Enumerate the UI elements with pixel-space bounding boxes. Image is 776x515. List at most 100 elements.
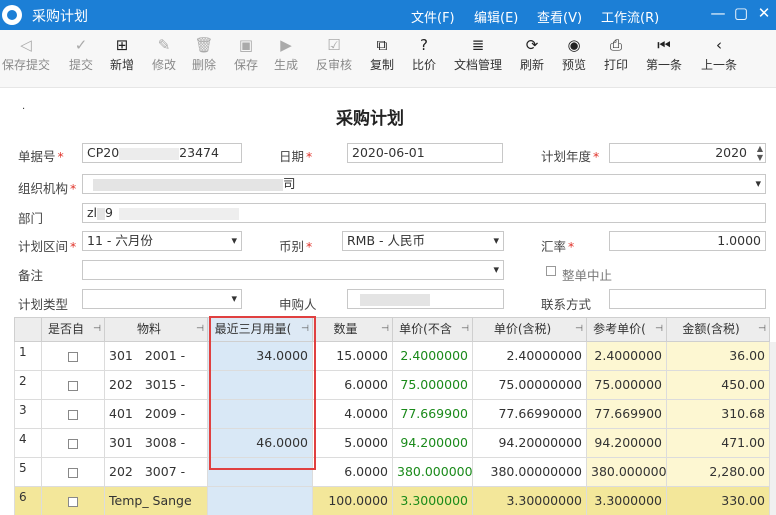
pin-icon[interactable]: ⊣: [381, 318, 389, 341]
cell-price-ex[interactable]: 3.3000000: [393, 487, 473, 515]
pin-icon[interactable]: ⊣: [655, 318, 663, 341]
plan-type-select[interactable]: [82, 289, 242, 309]
pin-icon[interactable]: ⊣: [93, 318, 101, 341]
cell-ref[interactable]: 2.4000000: [587, 342, 667, 371]
contact-field[interactable]: [609, 289, 766, 309]
toolbar-button-save[interactable]: ▣ 保存: [234, 34, 258, 73]
terminate-checkbox[interactable]: [546, 266, 556, 276]
toolbar-button-unaudit[interactable]: ☑ 反审核: [316, 34, 352, 73]
cell-amount[interactable]: 330.00: [667, 487, 770, 515]
currency-select[interactable]: RMB - 人民币: [342, 231, 504, 251]
head-qty[interactable]: 数量 ⊣: [313, 317, 393, 342]
auto-checkbox[interactable]: [68, 467, 78, 478]
cell-ref[interactable]: 75.000000: [587, 371, 667, 400]
cell-qty[interactable]: 6.0000: [313, 458, 393, 487]
pin-icon[interactable]: ⊣: [575, 318, 583, 341]
cell-qty[interactable]: 5.0000: [313, 429, 393, 458]
cell-ref[interactable]: 94.200000: [587, 429, 667, 458]
cell-amount[interactable]: 471.00: [667, 429, 770, 458]
cell-price-ex[interactable]: 75.000000: [393, 371, 473, 400]
toolbar-button-refresh[interactable]: ⟳ 刷新: [520, 34, 544, 73]
row-number[interactable]: 3: [14, 400, 42, 429]
cell-material[interactable]: 202 3007 -: [105, 458, 208, 487]
cell-qty[interactable]: 6.0000: [313, 371, 393, 400]
toolbar-button-document[interactable]: ≣ 文档管理: [454, 34, 502, 73]
year-spinner-icon[interactable]: ▲ ▼: [757, 144, 763, 162]
toolbar-button-edit[interactable]: ✎ 修改: [152, 34, 176, 73]
row-number[interactable]: 4: [14, 429, 42, 458]
cell-price-inc[interactable]: 380.00000000: [473, 458, 587, 487]
plan-year-field[interactable]: 2020 ▲ ▼: [609, 143, 766, 163]
auto-checkbox[interactable]: [68, 409, 78, 420]
cell-qty[interactable]: 100.0000: [313, 487, 393, 515]
toolbar-button-trash[interactable]: 🗑 删除: [192, 34, 216, 73]
remark-select[interactable]: [82, 260, 504, 280]
cell-price-ex[interactable]: 380.000000: [393, 458, 473, 487]
cell-material[interactable]: 202 3015 -: [105, 371, 208, 400]
cell-qty[interactable]: 15.0000: [313, 342, 393, 371]
cell-price-inc[interactable]: 75.00000000: [473, 371, 587, 400]
cell-price-ex[interactable]: 2.4000000: [393, 342, 473, 371]
toolbar-button-check-circle[interactable]: ✓ 提交: [69, 34, 93, 73]
pin-icon[interactable]: ⊣: [758, 318, 766, 341]
cell-ref[interactable]: 380.000000: [587, 458, 667, 487]
maximize-button[interactable]: ▢: [731, 4, 751, 22]
toolbar-button-send[interactable]: ◁ 保存提交: [2, 34, 50, 73]
cell-price-inc[interactable]: 2.40000000: [473, 342, 587, 371]
date-field[interactable]: 2020-06-01: [347, 143, 503, 163]
rate-field[interactable]: 1.0000: [609, 231, 766, 251]
head-ref-price[interactable]: 参考单价(⊣: [587, 317, 667, 342]
pin-icon[interactable]: ⊣: [461, 318, 469, 341]
cell-price-inc[interactable]: 94.20000000: [473, 429, 587, 458]
grid-scrollbar[interactable]: [770, 342, 776, 515]
cell-price-ex[interactable]: 94.200000: [393, 429, 473, 458]
plan-period-select[interactable]: 11 - 六月份: [82, 231, 242, 251]
cell-qty[interactable]: 4.0000: [313, 400, 393, 429]
pin-icon[interactable]: ⊣: [196, 318, 204, 341]
cell-material[interactable]: 301 2001 -: [105, 342, 208, 371]
doc-no-field[interactable]: CP20 23474: [82, 143, 242, 163]
head-price-ex[interactable]: 单价(不含 ⊣: [393, 317, 473, 342]
toolbar-button-first-record[interactable]: ⏮ 第一条: [646, 34, 682, 73]
toolbar-button-eye[interactable]: ◉ 预览: [562, 34, 586, 73]
auto-checkbox[interactable]: [68, 438, 78, 449]
cell-material[interactable]: 301 3008 -: [105, 429, 208, 458]
head-price-inc[interactable]: 单价(含税) ⊣: [473, 317, 587, 342]
minimize-button[interactable]: —: [708, 4, 728, 22]
head-auto[interactable]: 是否自 ⊣: [42, 317, 105, 342]
row-number[interactable]: 2: [14, 371, 42, 400]
cell-material[interactable]: Temp_ Sange: [105, 487, 208, 515]
auto-checkbox[interactable]: [68, 380, 78, 391]
row-number[interactable]: 1: [14, 342, 42, 371]
cell-material[interactable]: 401 2009 -: [105, 400, 208, 429]
close-button[interactable]: ✕: [754, 4, 774, 22]
cell-price-inc[interactable]: 3.30000000: [473, 487, 587, 515]
cell-amount[interactable]: 36.00: [667, 342, 770, 371]
cell-ref[interactable]: 3.3000000: [587, 487, 667, 515]
row-number[interactable]: 5: [14, 458, 42, 487]
cell-amount[interactable]: 2,280.00: [667, 458, 770, 487]
cell-ref[interactable]: 77.669900: [587, 400, 667, 429]
org-select[interactable]: 司: [82, 174, 766, 194]
row-number[interactable]: 6: [14, 487, 42, 515]
head-material[interactable]: 物料 ⊣: [105, 317, 208, 342]
auto-checkbox[interactable]: [68, 351, 78, 362]
toolbar-button-copy[interactable]: ⧉ 复制: [370, 34, 394, 73]
toolbar-button-compare[interactable]: ? 比价: [412, 34, 436, 73]
menu-edit[interactable]: 编辑(E): [474, 7, 518, 26]
dept-field[interactable]: zl 9: [82, 203, 766, 223]
menu-workflow[interactable]: 工作流(R): [601, 7, 659, 26]
toolbar-button-print[interactable]: ⎙ 打印: [604, 34, 628, 73]
menu-file[interactable]: 文件(F): [411, 7, 455, 26]
menu-view[interactable]: 查看(V): [537, 7, 582, 26]
toolbar-button-previous-record[interactable]: ‹ 上一条: [701, 34, 737, 73]
cell-price-inc[interactable]: 77.66990000: [473, 400, 587, 429]
cell-amount[interactable]: 310.68: [667, 400, 770, 429]
applicant-field[interactable]: [347, 289, 504, 309]
cell-amount[interactable]: 450.00: [667, 371, 770, 400]
cell-recent[interactable]: [208, 487, 313, 515]
head-amount[interactable]: 金额(含税) ⊣: [667, 317, 770, 342]
toolbar-button-play[interactable]: ▶ 生成: [274, 34, 298, 73]
cell-price-ex[interactable]: 77.669900: [393, 400, 473, 429]
toolbar-button-add-doc[interactable]: ⊞ 新增: [110, 34, 134, 73]
